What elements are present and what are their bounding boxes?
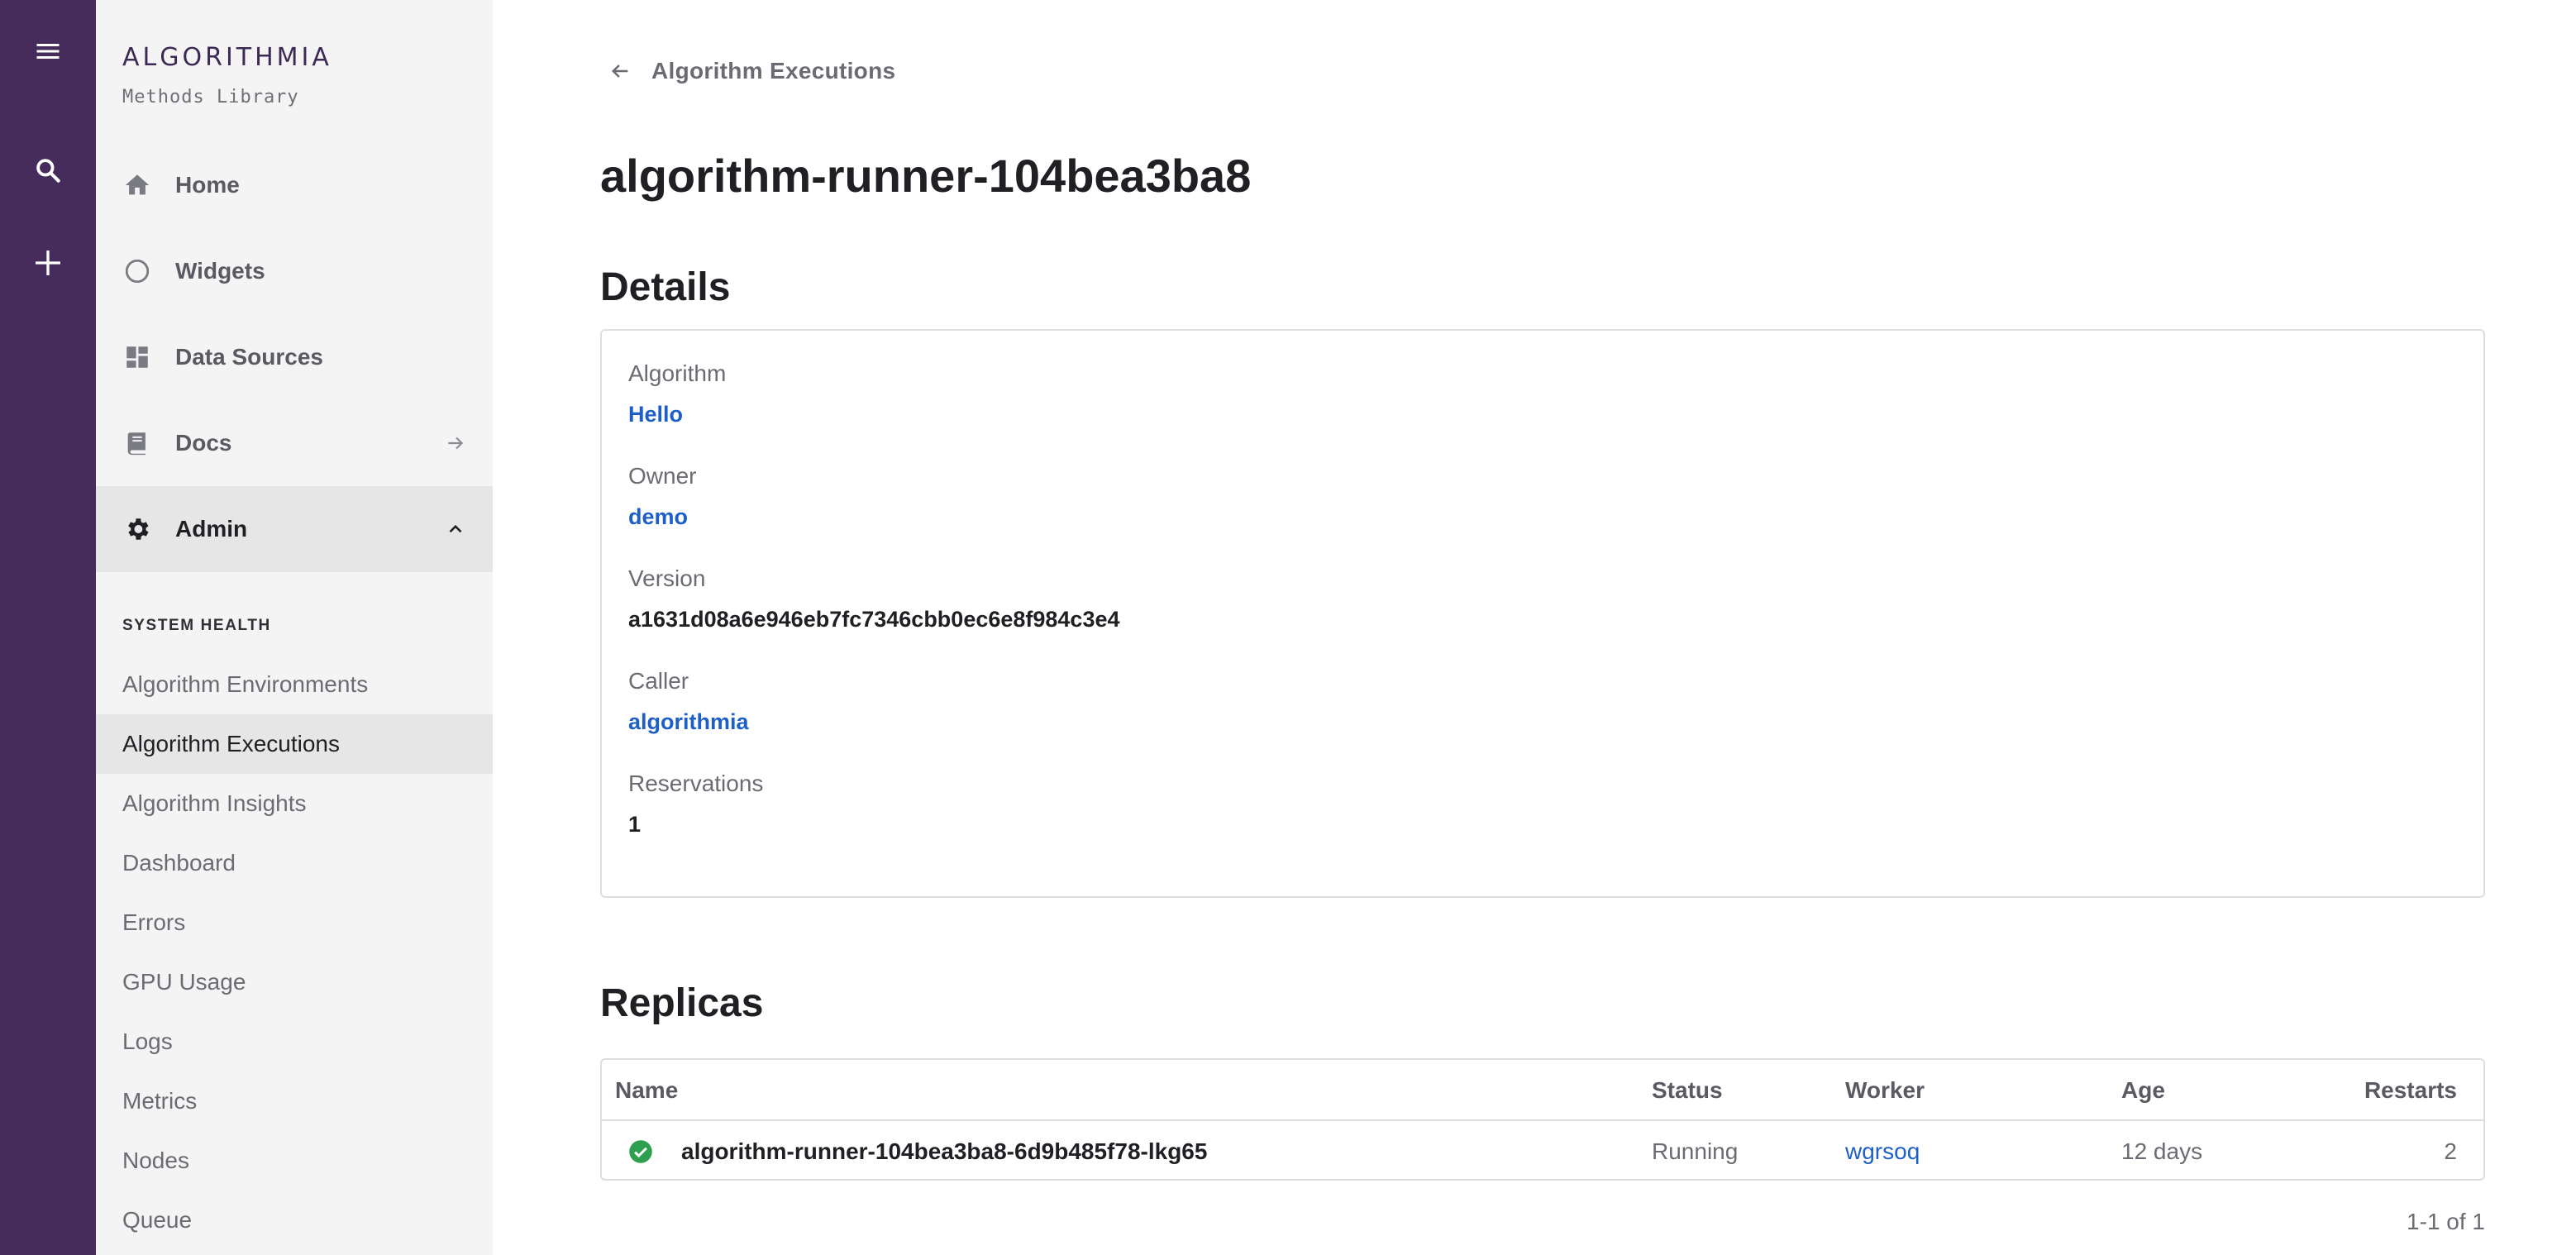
nav-item-home[interactable]: Home	[96, 142, 493, 228]
nav-item-data-sources[interactable]: Data Sources	[96, 314, 493, 400]
replicas-heading: Replicas	[600, 981, 764, 1025]
replica-age: 12 days	[2121, 1138, 2203, 1164]
brand: ALGORITHMIA Methods Library	[122, 43, 332, 107]
detail-label: Reservations	[628, 771, 764, 796]
create-button[interactable]	[18, 233, 78, 293]
column-header-name[interactable]: Name	[615, 1060, 678, 1121]
sidebar-item-algorithm-insights[interactable]: Algorithm Insights	[96, 774, 493, 833]
search-icon	[36, 159, 60, 183]
nav-item-label: Admin	[175, 516, 248, 542]
version-value: a1631d08a6e946eb7fc7346cbb0ec6e8f984c3e4	[628, 607, 1120, 632]
arrow-left-icon	[612, 64, 628, 78]
circle-icon	[122, 256, 152, 286]
replica-status: Running	[1652, 1138, 1739, 1164]
book-icon	[122, 428, 152, 458]
pagination-info: 1-1 of 1	[2407, 1209, 2485, 1234]
brand-logo[interactable]: ALGORITHMIA	[122, 43, 332, 72]
column-header-status[interactable]: Status	[1652, 1060, 1723, 1121]
dashboard-icon	[122, 342, 152, 372]
menu-button[interactable]	[18, 21, 78, 81]
sidebar-item-nodes[interactable]: Nodes	[96, 1131, 493, 1191]
detail-owner: Owner demo	[628, 463, 696, 530]
nav-item-widgets[interactable]: Widgets	[96, 228, 493, 314]
nav-item-label: Widgets	[175, 258, 265, 284]
detail-reservations: Reservations 1	[628, 771, 763, 837]
owner-link[interactable]: demo	[628, 504, 696, 530]
detail-label: Algorithm	[628, 360, 727, 386]
details-heading: Details	[600, 265, 731, 309]
column-header-worker[interactable]: Worker	[1845, 1060, 1925, 1121]
details-card: Algorithm Hello Owner demo Version a1631…	[600, 329, 2485, 898]
brand-subtitle: Methods Library	[122, 87, 299, 107]
replica-restarts: 2	[2444, 1138, 2457, 1164]
search-button[interactable]	[18, 141, 78, 200]
sidebar-item-errors[interactable]: Errors	[96, 893, 493, 952]
nav-item-docs[interactable]: Docs	[96, 400, 493, 486]
plus-icon	[36, 251, 60, 275]
detail-label: Owner	[628, 463, 697, 489]
main-content: Algorithm Executions algorithm-runner-10…	[493, 0, 2576, 1255]
detail-algorithm: Algorithm Hello	[628, 360, 726, 427]
arrow-right-icon	[445, 432, 466, 454]
worker-link[interactable]: wgrsoq	[1845, 1121, 1920, 1179]
detail-label: Version	[628, 565, 706, 591]
nav-item-label: Data Sources	[175, 344, 323, 370]
chevron-up-icon	[445, 518, 466, 540]
replicas-table: Name Status Worker Age Restarts algorith…	[600, 1058, 2485, 1181]
table-header: Name Status Worker Age Restarts	[602, 1060, 2483, 1121]
column-header-restarts[interactable]: Restarts	[2364, 1060, 2457, 1121]
detail-version: Version a1631d08a6e946eb7fc7346cbb0ec6e8…	[628, 565, 1120, 632]
detail-label: Caller	[628, 668, 689, 694]
caller-link[interactable]: algorithmia	[628, 709, 749, 735]
sidebar-item-queue[interactable]: Queue	[96, 1191, 493, 1250]
replica-name[interactable]: algorithm-runner-104bea3ba8-6d9b485f78-l…	[681, 1121, 1207, 1179]
sidebar-item-metrics[interactable]: Metrics	[96, 1071, 493, 1131]
nav-item-label: Docs	[175, 430, 232, 456]
sidebar-item-dashboard[interactable]: Dashboard	[96, 833, 493, 893]
reservations-value: 1	[628, 812, 642, 837]
sidebar-item-gpu-usage[interactable]: GPU Usage	[96, 952, 493, 1012]
table-row[interactable]: algorithm-runner-104bea3ba8-6d9b485f78-l…	[602, 1121, 2483, 1179]
page-title: algorithm-runner-104bea3ba8	[600, 150, 1252, 202]
sidebar-item-algorithm-environments[interactable]: Algorithm Environments	[96, 655, 493, 714]
icon-rail	[0, 0, 96, 1255]
back-link-label: Algorithm Executions	[651, 58, 896, 84]
gear-icon	[122, 514, 152, 544]
algorithm-link[interactable]: Hello	[628, 402, 726, 427]
nav-item-label: Home	[175, 172, 240, 198]
column-header-age[interactable]: Age	[2121, 1060, 2165, 1121]
section-heading: SYSTEM HEALTH	[122, 617, 271, 634]
check-circle-icon	[628, 1121, 653, 1179]
menu-icon	[36, 44, 60, 59]
sidebar: ALGORITHMIA Methods Library Home Widgets…	[96, 0, 493, 1255]
sidebar-item-logs[interactable]: Logs	[96, 1012, 493, 1071]
back-link[interactable]: Algorithm Executions	[608, 58, 895, 84]
sidebar-item-algorithm-executions[interactable]: Algorithm Executions	[96, 714, 493, 774]
nav-item-admin[interactable]: Admin	[96, 486, 493, 572]
detail-caller: Caller algorithmia	[628, 668, 749, 735]
home-icon	[122, 170, 152, 200]
